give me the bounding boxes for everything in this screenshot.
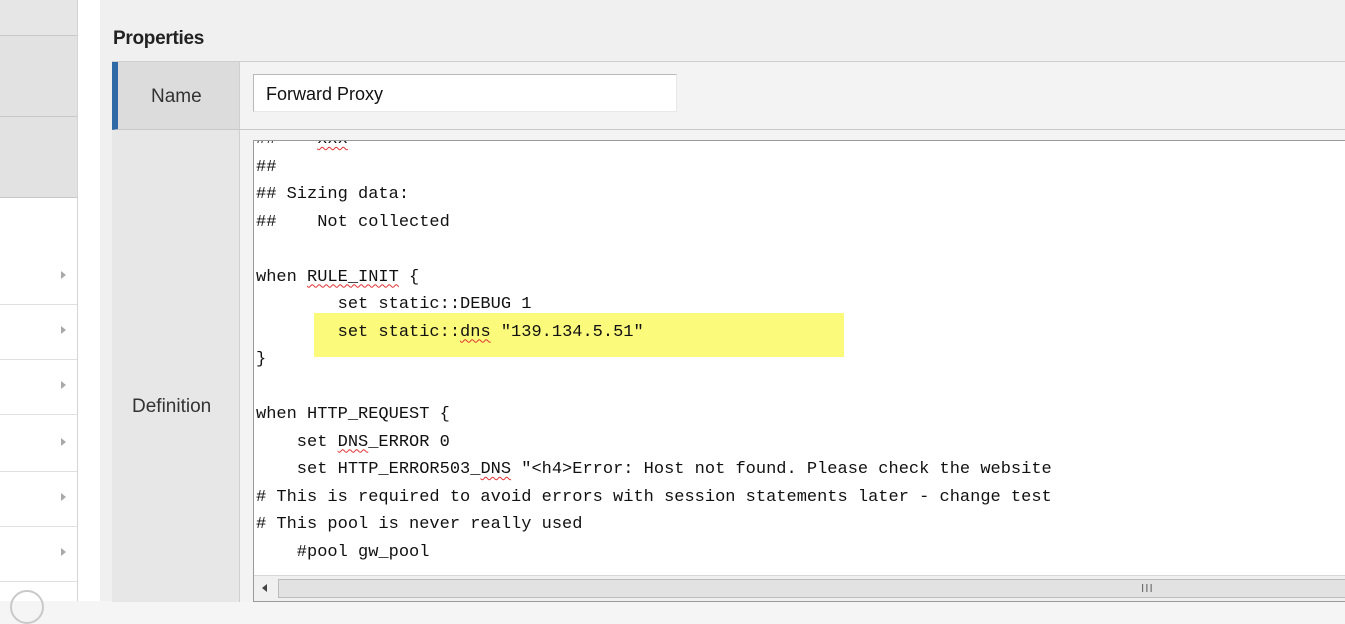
code-line: }: [256, 350, 267, 369]
spellcheck-mark: RULE_INIT: [307, 267, 399, 287]
chevron-right-icon: [61, 438, 66, 446]
code-line: set static::dns "139.134.5.51": [256, 322, 644, 342]
code-line: set HTTP_ERROR503_DNS "<h4>Error: Host n…: [256, 460, 1052, 479]
properties-table: Name Definition Forward Proxy ## xxx####…: [112, 61, 1345, 602]
chevron-right-icon: [61, 271, 66, 279]
sidebar-item[interactable]: [0, 417, 77, 472]
sidebar-header: [0, 0, 77, 36]
sidebar-item[interactable]: [0, 305, 77, 360]
code-line: # This pool is never really used: [256, 515, 583, 534]
code-line: ## Not collected: [256, 212, 450, 232]
code-line: ## Sizing data:: [256, 185, 410, 204]
definition-editor[interactable]: ## xxx ## ## Sizing data: ## Not collected w…: [253, 140, 1345, 602]
left-sidebar: [0, 0, 78, 624]
definition-value-cell: ## xxx ## ## Sizing data: ## Not collected w…: [239, 130, 1345, 602]
code-line: when HTTP_REQUEST {: [256, 405, 450, 424]
spellcheck-mark: DNS: [337, 432, 369, 452]
name-input[interactable]: Forward Proxy: [253, 74, 677, 112]
divider: [78, 0, 100, 601]
code-line: when RULE_INIT {: [256, 267, 420, 287]
chevron-right-icon: [61, 493, 66, 501]
sidebar-item[interactable]: [0, 250, 77, 305]
label-column: Name Definition: [112, 62, 239, 602]
properties-panel: Properties Name Definition Forward Proxy…: [100, 0, 1345, 602]
circle-icon[interactable]: [10, 590, 44, 624]
code-text[interactable]: ## xxx ## ## Sizing data: ## Not collected w…: [254, 141, 1052, 566]
spellcheck-mark: dns: [460, 322, 491, 342]
spellcheck-mark: xxx: [317, 141, 348, 149]
code-line: ## xxx: [256, 141, 1052, 154]
scroll-left-icon[interactable]: [262, 584, 267, 592]
page-title: Properties: [113, 28, 204, 49]
code-line: set static::DEBUG 1: [256, 295, 532, 314]
name-label: Name: [151, 86, 202, 107]
sidebar-item[interactable]: [0, 472, 77, 527]
scrollbar-grip: III: [1141, 582, 1154, 595]
scrollbar-thumb[interactable]: III: [278, 579, 1345, 598]
spellcheck-mark: DNS: [480, 460, 512, 479]
sidebar-section[interactable]: [0, 117, 77, 198]
name-label-cell: Name: [112, 62, 239, 130]
sidebar-item[interactable]: [0, 360, 77, 415]
code-line: # This is required to avoid errors with …: [256, 487, 1052, 507]
code-line: #pool gw_pool: [256, 542, 430, 562]
definition-label: Definition: [132, 396, 212, 417]
horizontal-scrollbar[interactable]: III: [254, 575, 1345, 601]
code-line: ##: [256, 157, 277, 177]
name-value-cell: Forward Proxy: [239, 62, 1345, 130]
sidebar-item[interactable]: [0, 527, 77, 582]
chevron-right-icon: [61, 326, 66, 334]
chevron-right-icon: [61, 548, 66, 556]
chevron-right-icon: [61, 381, 66, 389]
sidebar-section[interactable]: [0, 36, 77, 117]
code-line: set DNS_ERROR 0: [256, 432, 450, 452]
